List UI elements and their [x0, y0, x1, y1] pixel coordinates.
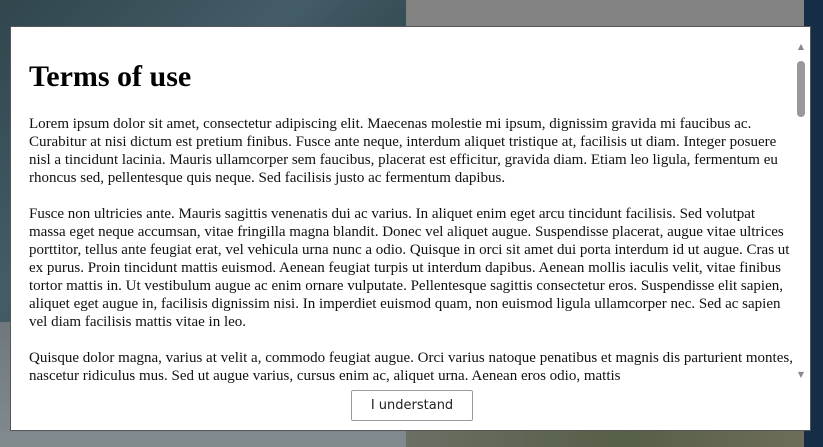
terms-paragraph: Lorem ipsum dolor sit amet, consectetur …	[29, 116, 778, 186]
terms-dialog: Terms of use Lorem ipsum dolor sit amet,…	[10, 26, 811, 431]
terms-paragraph: Quisque dolor magna, varius at velit a, …	[29, 350, 793, 384]
dialog-title: Terms of use	[29, 60, 192, 93]
scrollbar-thumb[interactable]	[797, 61, 805, 117]
content-scrollbar[interactable]: ▲ ▼	[794, 41, 808, 381]
scroll-down-icon[interactable]: ▼	[794, 369, 808, 381]
terms-content[interactable]: Terms of use Lorem ipsum dolor sit amet,…	[29, 57, 794, 384]
i-understand-button[interactable]: I understand	[351, 390, 473, 421]
scroll-up-icon[interactable]: ▲	[794, 41, 808, 53]
terms-paragraph: Fusce non ultricies ante. Mauris sagitti…	[29, 206, 790, 330]
